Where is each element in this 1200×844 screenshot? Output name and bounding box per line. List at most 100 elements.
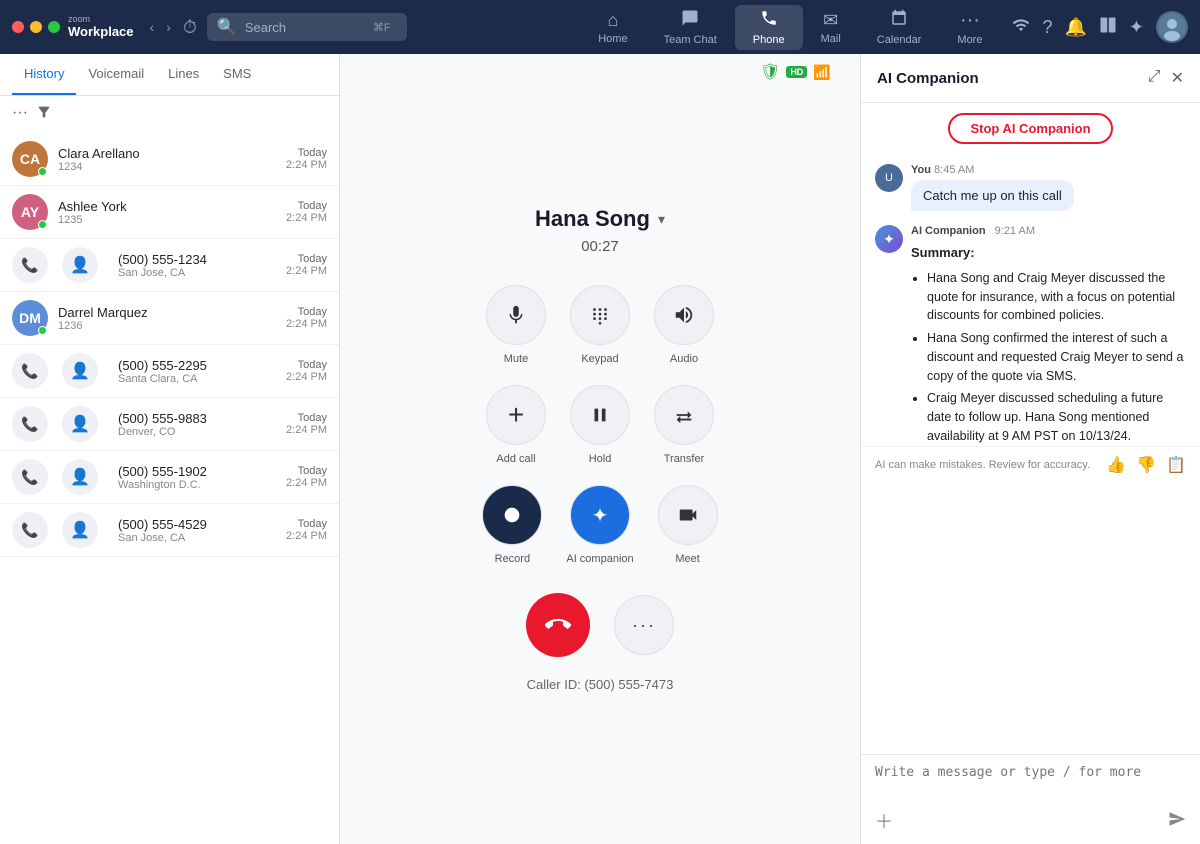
tab-voicemail[interactable]: Voicemail <box>76 54 156 95</box>
ai-panel-title: AI Companion <box>877 70 979 87</box>
contact-time: Today 2:24 PM <box>286 253 327 277</box>
sidebar-toolbar: ··· <box>0 96 339 133</box>
contact-time: Today 2:24 PM <box>286 147 327 171</box>
more-options-icon[interactable]: ··· <box>12 104 28 125</box>
summary-item: Craig Meyer discussed scheduling a futur… <box>927 389 1186 445</box>
list-item[interactable]: 📞 👤 (500) 555-2295 Santa Clara, CA Today… <box>0 345 339 398</box>
thumbs-down-icon[interactable]: 👎 <box>1136 455 1156 475</box>
back-arrow[interactable]: ‹ <box>146 17 159 37</box>
mute-button[interactable]: Mute <box>486 285 546 365</box>
list-item[interactable]: 📞 👤 (500) 555-4529 San Jose, CA Today 2:… <box>0 504 339 557</box>
transfer-button[interactable]: Transfer <box>654 385 714 465</box>
end-call-button[interactable] <box>526 593 590 657</box>
nav-phone[interactable]: Phone <box>735 5 803 50</box>
contact-time: Today 2:24 PM <box>286 306 327 330</box>
summary-item: Hana Song and Craig Meyer discussed the … <box>927 269 1186 325</box>
contact-location: San Jose, CA <box>118 267 286 279</box>
ai-close-icon[interactable]: ✕ <box>1171 68 1184 88</box>
top-navigation: zoom Workplace ‹ › ⏱ 🔍 ⌘F ⌂ Home Team Ch… <box>0 0 1200 54</box>
contact-number: 1236 <box>58 320 286 332</box>
list-item[interactable]: DM Darrel Marquez 1236 Today 2:24 PM <box>0 292 339 345</box>
wifi-icon[interactable] <box>1012 16 1030 39</box>
send-icon[interactable] <box>1168 810 1186 833</box>
nav-home[interactable]: ⌂ Home <box>580 6 645 49</box>
close-dot[interactable] <box>12 21 24 33</box>
more-icon: ··· <box>960 9 980 32</box>
transfer-icon-circle <box>654 385 714 445</box>
nav-team-chat[interactable]: Team Chat <box>646 5 735 50</box>
tab-lines[interactable]: Lines <box>156 54 211 95</box>
list-item[interactable]: CA Clara Arellano 1234 Today 2:24 PM <box>0 133 339 186</box>
hold-button[interactable]: Hold <box>570 385 630 465</box>
mute-icon-circle <box>486 285 546 345</box>
ai-message-input[interactable] <box>875 765 1186 797</box>
bell-icon[interactable]: 🔔 <box>1064 17 1086 38</box>
maximize-dot[interactable] <box>48 21 60 33</box>
user-avatar[interactable] <box>1156 11 1188 43</box>
tab-history[interactable]: History <box>12 54 76 95</box>
ai-companion-icon-circle: ✦ <box>570 485 630 545</box>
home-icon: ⌂ <box>607 10 618 31</box>
contact-info: (500) 555-9883 Denver, CO <box>118 411 286 438</box>
stop-ai-companion-button[interactable]: Stop AI Companion <box>948 113 1112 144</box>
ai-companion-button[interactable]: ✦ AI companion <box>566 485 633 565</box>
tab-sms[interactable]: SMS <box>211 54 263 95</box>
thumbs-up-icon[interactable]: 👍 <box>1106 455 1126 475</box>
phone-nav-icon <box>760 9 778 32</box>
list-item[interactable]: AY Ashlee York 1235 Today 2:24 PM <box>0 186 339 239</box>
copy-icon[interactable]: 📋 <box>1166 455 1186 475</box>
toolbar-icons: ··· <box>12 104 52 125</box>
phone-avatar-group: 📞 👤 <box>12 406 108 442</box>
list-item[interactable]: 📞 👤 (500) 555-9883 Denver, CO Today 2:24… <box>0 398 339 451</box>
contact-name: (500) 555-2295 <box>118 358 286 373</box>
keypad-icon-circle <box>570 285 630 345</box>
filter-icon[interactable] <box>36 104 52 125</box>
team-chat-icon <box>681 9 699 32</box>
online-indicator <box>38 220 47 229</box>
keypad-button[interactable]: Keypad <box>570 285 630 365</box>
ai-summary-content: Summary: Hana Song and Craig Meyer discu… <box>911 243 1186 446</box>
list-item[interactable]: 📞 👤 (500) 555-1902 Washington D.C. Today… <box>0 451 339 504</box>
contact-location: San Jose, CA <box>118 532 286 544</box>
contact-name: (500) 555-9883 <box>118 411 286 426</box>
ai-header-icons: ⤢ ✕ <box>1148 68 1184 88</box>
contact-info: (500) 555-1902 Washington D.C. <box>118 464 286 491</box>
phone-avatar-group: 📞 👤 <box>12 512 108 548</box>
add-icon[interactable]: ＋ <box>875 808 893 834</box>
call-name-chevron[interactable]: ▾ <box>658 211 665 228</box>
phone-avatar-group: 📞 👤 <box>12 353 108 389</box>
bot-avatar: ✦ <box>875 225 903 253</box>
contact-name: Darrel Marquez <box>58 305 286 320</box>
forward-arrow[interactable]: › <box>162 17 175 37</box>
more-call-options-button[interactable]: ··· <box>614 595 674 655</box>
record-button[interactable]: Record <box>482 485 542 565</box>
add-call-label: Add call <box>496 453 535 465</box>
audio-button[interactable]: Audio <box>654 285 714 365</box>
nav-more[interactable]: ··· More <box>939 5 1000 50</box>
app-logo: zoom Workplace <box>68 15 134 39</box>
split-icon[interactable] <box>1099 16 1117 39</box>
meet-button[interactable]: Meet <box>658 485 718 565</box>
history-icon[interactable]: ⏱ <box>183 17 197 38</box>
ai-companion-label: AI companion <box>566 553 633 565</box>
nav-mail[interactable]: ✉ Mail <box>803 6 859 49</box>
phone-icon: 📞 <box>21 363 38 380</box>
audio-label: Audio <box>670 353 698 365</box>
call-buttons-row3: Record ✦ AI companion Meet <box>482 485 717 565</box>
phone-icon: 📞 <box>21 469 38 486</box>
user-icon-container: 👤 <box>62 247 98 283</box>
search-icon: 🔍 <box>217 17 237 37</box>
mute-label: Mute <box>504 353 528 365</box>
calendar-icon <box>890 9 908 32</box>
search-bar[interactable]: 🔍 ⌘F <box>207 13 407 41</box>
search-input[interactable] <box>245 20 365 35</box>
list-item[interactable]: 📞 👤 (500) 555-1234 San Jose, CA Today 2:… <box>0 239 339 292</box>
nav-calendar[interactable]: Calendar <box>859 5 940 50</box>
help-icon[interactable]: ? <box>1042 17 1052 38</box>
add-call-button[interactable]: + Add call <box>486 385 546 465</box>
minimize-dot[interactable] <box>30 21 42 33</box>
contact-time: Today 2:24 PM <box>286 465 327 489</box>
user-icon: 👤 <box>70 361 90 381</box>
star-icon[interactable]: ✦ <box>1129 17 1144 38</box>
ai-expand-icon[interactable]: ⤢ <box>1148 68 1161 88</box>
